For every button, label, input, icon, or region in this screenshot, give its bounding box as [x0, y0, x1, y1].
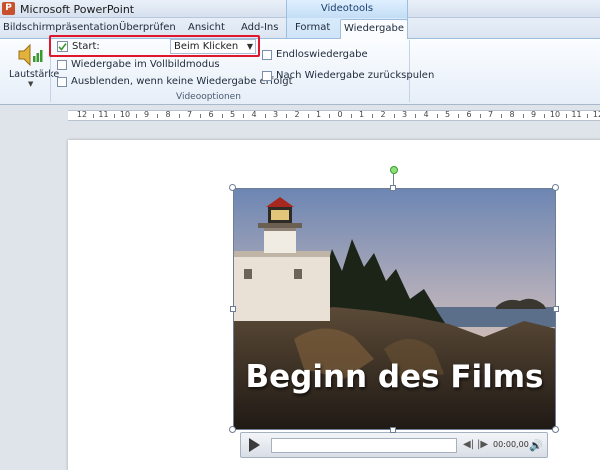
ruler-label: 5 — [444, 110, 451, 119]
playback-time: 00:00,00 — [493, 440, 529, 449]
resize-handle-bottom-left[interactable] — [229, 426, 236, 433]
ruler-label: 8 — [509, 110, 515, 119]
video-caption: Beginn des Films — [245, 359, 544, 395]
tab-playback[interactable]: Wiedergabe — [340, 19, 408, 39]
ruler-label: 11 — [98, 110, 109, 119]
ruler-label: 1 — [358, 110, 365, 119]
ruler-label: 6 — [466, 110, 472, 119]
ruler-tick — [114, 114, 116, 118]
resize-handle-top[interactable] — [390, 185, 396, 191]
ruler-label: 4 — [423, 110, 429, 119]
video-frame[interactable]: Beginn des Films — [233, 188, 556, 430]
ruler-label: 4 — [251, 110, 257, 119]
ruler-tick — [458, 114, 460, 118]
ruler-tick — [264, 114, 266, 118]
ruler-label: 7 — [186, 110, 193, 119]
ruler-label: 3 — [401, 110, 408, 119]
hide-when-not-playing-checkbox[interactable] — [57, 77, 67, 87]
horizontal-ruler[interactable]: 1211109876543210123456789101112 — [68, 110, 600, 121]
powerpoint-icon[interactable]: P — [2, 2, 15, 15]
video-options-group-label: Videooptionen — [176, 92, 241, 102]
ruler-tick — [178, 114, 180, 118]
hide-when-not-playing-label: Ausblenden, wenn keine Wiedergabe erfolg… — [71, 76, 293, 87]
start-option-highlight — [49, 35, 260, 57]
fullscreen-label: Wiedergabe im Vollbildmodus — [71, 59, 220, 70]
loop-checkbox[interactable] — [262, 50, 272, 60]
loop-label: Endloswiedergabe — [276, 49, 368, 60]
ruler-label: 10 — [119, 110, 131, 119]
ruler-tick — [501, 114, 503, 118]
ruler-tick — [393, 114, 395, 118]
ruler-tick — [479, 114, 481, 118]
fullscreen-checkbox[interactable] — [57, 60, 67, 70]
ruler-label: 12 — [76, 110, 88, 119]
ruler-label: 9 — [143, 110, 150, 119]
ruler-tick — [372, 114, 374, 118]
step-forward-icon[interactable]: |▶ — [477, 439, 488, 450]
ruler-tick — [350, 114, 352, 118]
ruler-tick — [587, 114, 589, 118]
resize-handle-bottom-right[interactable] — [552, 426, 559, 433]
ruler-tick — [436, 114, 438, 118]
ruler-label: 9 — [530, 110, 537, 119]
ruler-tick — [565, 114, 567, 118]
ruler-tick — [243, 114, 245, 118]
ruler-label: 5 — [229, 110, 236, 119]
ruler-label: 8 — [165, 110, 171, 119]
ruler-label: 2 — [380, 110, 386, 119]
ruler-tick — [522, 114, 524, 118]
speaker-volume-icon — [18, 43, 43, 67]
video-player-bar: ◀| |▶ 00:00,00 🔊 — [240, 432, 548, 458]
step-back-icon[interactable]: ◀| — [463, 439, 474, 450]
rotation-handle[interactable] — [390, 166, 398, 174]
rewind-label: Nach Wiedergabe zurückspulen — [276, 70, 435, 81]
ruler-tick — [92, 114, 94, 118]
chevron-down-icon[interactable]: ▼ — [28, 80, 33, 88]
window-title: Microsoft PowerPoint — [20, 3, 135, 16]
ruler-tick — [135, 114, 137, 118]
resize-handle-top-left[interactable] — [229, 184, 236, 191]
ruler-tick — [157, 114, 159, 118]
ruler-tick — [415, 114, 417, 118]
ruler-label: 12 — [592, 110, 600, 119]
resize-handle-left[interactable] — [230, 306, 236, 312]
speaker-icon[interactable]: 🔊 — [529, 439, 543, 452]
ruler-label: 3 — [272, 110, 279, 119]
ruler-tick — [221, 114, 223, 118]
tab-format[interactable]: Format — [295, 20, 330, 38]
ruler-tick — [544, 114, 546, 118]
resize-handle-top-right[interactable] — [552, 184, 559, 191]
ruler-tick — [200, 114, 202, 118]
play-icon[interactable] — [249, 438, 260, 452]
resize-handle-bottom[interactable] — [390, 427, 396, 433]
ruler-label: 6 — [208, 110, 214, 119]
resize-handle-right[interactable] — [553, 306, 559, 312]
ruler-tick — [286, 114, 288, 118]
ruler-tick — [329, 114, 331, 118]
ruler-label: 10 — [549, 110, 561, 119]
ruler-label: 0 — [337, 110, 343, 119]
ruler-tick — [307, 114, 309, 118]
playback-progress-bar[interactable] — [271, 438, 457, 453]
ruler-label: 2 — [294, 110, 300, 119]
volume-label: Lautstärke — [9, 69, 60, 80]
ruler-label: 7 — [487, 110, 494, 119]
ruler-label: 1 — [315, 110, 322, 119]
rewind-checkbox[interactable] — [262, 71, 272, 81]
context-tools-header: Videotools — [286, 0, 408, 18]
ruler-label: 11 — [571, 110, 582, 119]
